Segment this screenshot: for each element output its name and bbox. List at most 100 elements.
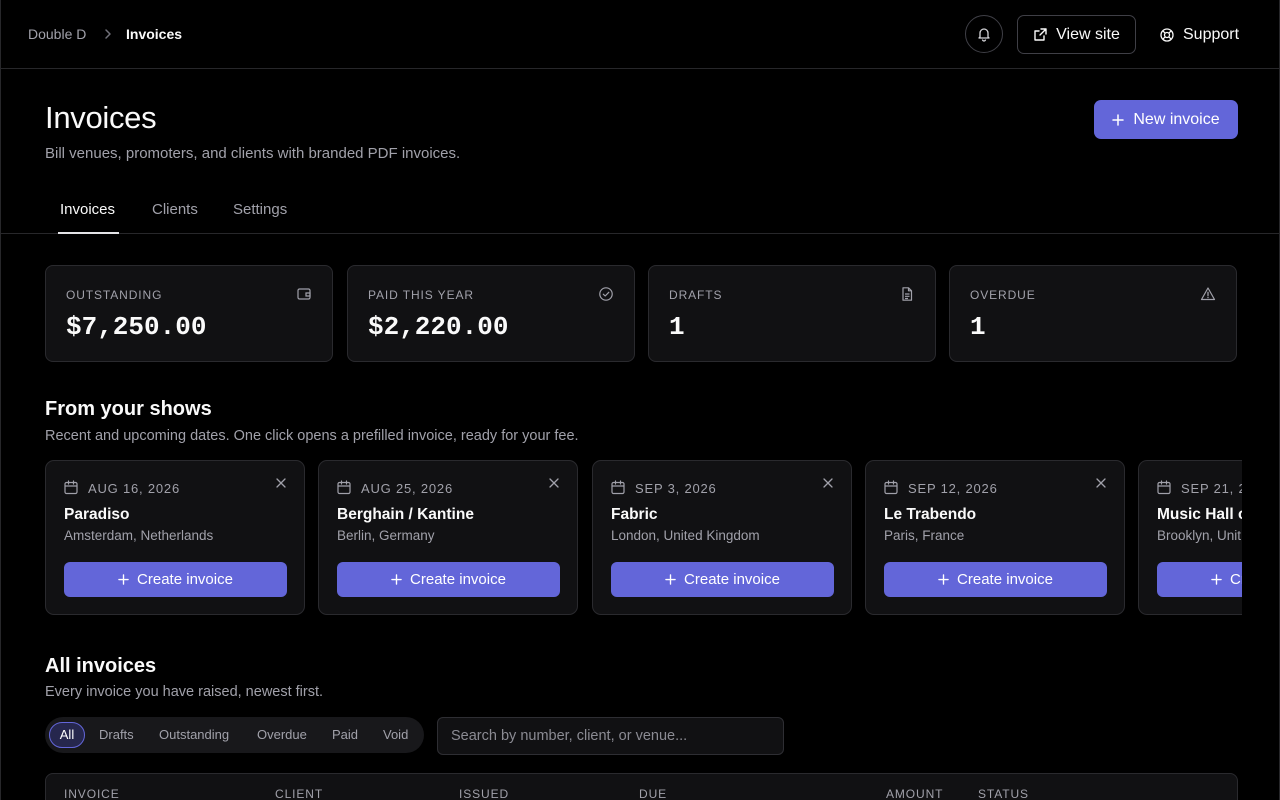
show-date: SEP 21, 20 (1181, 481, 1242, 496)
show-venue: Fabric (611, 506, 658, 523)
stat-label: PAID THIS YEAR (368, 288, 474, 302)
stat-card-overdue: OVERDUE 1 (949, 265, 1237, 362)
close-icon[interactable] (822, 477, 834, 489)
stat-card-paid: PAID THIS YEAR $2,220.00 (347, 265, 635, 362)
breadcrumb-home[interactable]: Double D (28, 26, 86, 42)
tab-clients[interactable]: Clients (152, 201, 198, 218)
show-location: Paris, France (884, 528, 965, 543)
document-icon (902, 287, 913, 301)
show-location: Berlin, Germany (337, 528, 435, 543)
calendar-icon (1157, 480, 1171, 495)
new-invoice-button[interactable]: New invoice (1094, 100, 1238, 139)
app-frame: Double D Invoices View site Support Invo… (0, 0, 1280, 800)
show-card: SEP 3, 2026 Fabric London, United Kingdo… (592, 460, 852, 615)
column-header-due[interactable]: DUE (639, 787, 667, 800)
wallet-icon (297, 288, 311, 300)
column-header-client[interactable]: CLIENT (275, 787, 323, 800)
create-invoice-button[interactable]: Create invoice (64, 562, 287, 597)
tab-settings[interactable]: Settings (233, 201, 287, 218)
all-invoices-title: All invoices (45, 655, 157, 677)
support-button[interactable]: Support (1159, 15, 1239, 54)
create-invoice-button[interactable]: Create invoice (337, 562, 560, 597)
calendar-icon (611, 480, 625, 495)
invoice-search-input[interactable] (437, 717, 784, 755)
new-invoice-label: New invoice (1133, 110, 1220, 128)
shows-section-subtitle: Recent and upcoming dates. One click ope… (45, 428, 579, 444)
calendar-icon (337, 480, 351, 495)
create-invoice-label: Create invoice (1230, 571, 1242, 588)
view-site-button[interactable]: View site (1017, 15, 1136, 54)
calendar-icon (64, 480, 78, 495)
show-location: Amsterdam, Netherlands (64, 528, 214, 543)
stat-value: 1 (669, 312, 685, 342)
show-card: AUG 16, 2026 Paradiso Amsterdam, Netherl… (45, 460, 305, 615)
column-header-status[interactable]: STATUS (978, 787, 1029, 800)
stat-label: DRAFTS (669, 288, 723, 302)
filter-all[interactable]: All (49, 722, 85, 748)
show-date: SEP 12, 2026 (908, 481, 998, 496)
close-icon[interactable] (1095, 477, 1107, 489)
show-venue: Music Hall o (1157, 506, 1242, 523)
stat-label: OUTSTANDING (66, 288, 163, 302)
filter-void[interactable]: Void (383, 722, 408, 748)
tab-bar: Invoices Clients Settings (1, 186, 1279, 234)
bell-icon (978, 28, 990, 42)
all-invoices-subtitle: Every invoice you have raised, newest fi… (45, 684, 324, 700)
support-label: Support (1183, 25, 1240, 43)
external-link-icon (1034, 28, 1047, 41)
notifications-button[interactable] (965, 15, 1003, 53)
warning-icon (1200, 287, 1216, 301)
close-icon[interactable] (548, 477, 560, 489)
show-card: AUG 25, 2026 Berghain / Kantine Berlin, … (318, 460, 578, 615)
stat-card-drafts: DRAFTS 1 (648, 265, 936, 362)
tab-invoices[interactable]: Invoices (60, 201, 115, 218)
show-card: SEP 21, 20 Music Hall o Brooklyn, Unit C… (1138, 460, 1242, 615)
page-subtitle: Bill venues, promoters, and clients with… (45, 145, 461, 162)
plus-icon (391, 574, 402, 585)
create-invoice-label: Create invoice (410, 571, 506, 588)
filter-overdue[interactable]: Overdue (257, 722, 307, 748)
active-tab-indicator (58, 232, 119, 234)
calendar-icon (884, 480, 898, 495)
stat-value: 1 (970, 312, 986, 342)
create-invoice-label: Create invoice (137, 571, 233, 588)
show-venue: Le Trabendo (884, 506, 977, 523)
column-header-issued[interactable]: ISSUED (459, 787, 509, 800)
show-date: SEP 3, 2026 (635, 481, 717, 496)
plus-icon (118, 574, 129, 585)
show-venue: Berghain / Kantine (337, 506, 474, 523)
show-card: SEP 12, 2026 Le Trabendo Paris, France C… (865, 460, 1125, 615)
check-circle-icon (599, 287, 613, 301)
stat-label: OVERDUE (970, 288, 1036, 302)
invoices-table: INVOICE CLIENT ISSUED DUE AMOUNT STATUS (45, 773, 1238, 800)
filter-outstanding[interactable]: Outstanding (159, 722, 229, 748)
lifebuoy-icon (1160, 27, 1174, 42)
column-header-amount[interactable]: AMOUNT (886, 787, 943, 800)
shows-section-title: From your shows (45, 398, 212, 420)
close-icon[interactable] (275, 477, 287, 489)
show-location: Brooklyn, Unit (1157, 528, 1242, 543)
plus-icon (1211, 574, 1222, 585)
show-date: AUG 25, 2026 (361, 481, 453, 496)
show-date: AUG 16, 2026 (88, 481, 180, 496)
chevron-right-icon (105, 29, 111, 39)
stat-card-outstanding: OUTSTANDING $7,250.00 (45, 265, 333, 362)
create-invoice-button[interactable]: Create invoice (884, 562, 1107, 597)
shows-carousel[interactable]: AUG 16, 2026 Paradiso Amsterdam, Netherl… (45, 460, 1242, 616)
top-bar: Double D Invoices View site Support (1, 0, 1279, 69)
show-venue: Paradiso (64, 506, 130, 523)
create-invoice-label: Create invoice (684, 571, 780, 588)
column-header-invoice[interactable]: INVOICE (64, 787, 120, 800)
plus-icon (1112, 113, 1125, 126)
page-title: Invoices (45, 100, 157, 135)
create-invoice-label: Create invoice (957, 571, 1053, 588)
filter-paid[interactable]: Paid (332, 722, 358, 748)
stat-value: $2,220.00 (368, 312, 509, 342)
breadcrumb-current: Invoices (126, 26, 183, 42)
plus-icon (665, 574, 676, 585)
plus-icon (938, 574, 949, 585)
stat-value: $7,250.00 (66, 312, 207, 342)
create-invoice-button[interactable]: Create invoice (611, 562, 834, 597)
filter-drafts[interactable]: Drafts (99, 722, 134, 748)
create-invoice-button[interactable]: Create invoice (1157, 562, 1242, 597)
